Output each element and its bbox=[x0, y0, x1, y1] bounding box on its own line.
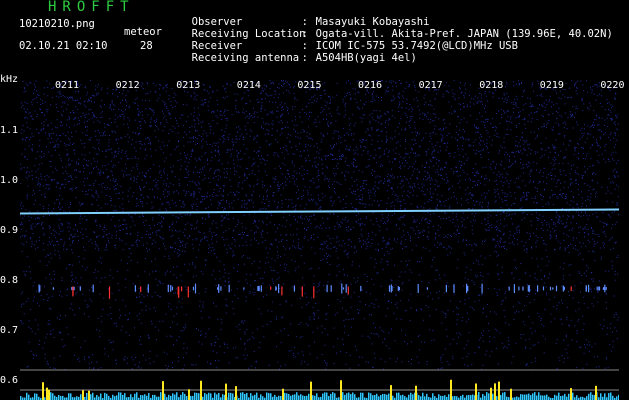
spectrum-background bbox=[20, 80, 619, 400]
time-tick-label: 0218 bbox=[479, 80, 504, 91]
file-name: 10210210.png bbox=[19, 18, 95, 30]
frequency-tick-label: 0.9 bbox=[0, 225, 19, 236]
frequency-tick-label: 0.6 bbox=[0, 375, 19, 386]
meteor-label: meteor bbox=[124, 26, 162, 38]
time-tick-label: 0213 bbox=[176, 80, 201, 91]
time-tick-label: 0220 bbox=[600, 80, 625, 91]
time-tick-label: 0212 bbox=[115, 80, 140, 91]
time-tick-label: 0215 bbox=[297, 80, 322, 91]
axis-unit: kHz bbox=[0, 74, 19, 85]
capture-datetime: 02.10.21 02:10 bbox=[19, 40, 108, 52]
frequency-tick-label: 1.0 bbox=[0, 175, 19, 186]
time-tick-label: 0216 bbox=[358, 80, 383, 91]
time-tick-label: 0217 bbox=[418, 80, 443, 91]
frequency-tick-label: 0.7 bbox=[0, 325, 19, 336]
frequency-tick-label: 1.1 bbox=[0, 125, 19, 136]
time-tick-label: 0214 bbox=[236, 80, 261, 91]
app-brand: HROFFT bbox=[48, 0, 135, 15]
spectrogram bbox=[20, 80, 619, 400]
meteor-count: 28 bbox=[140, 40, 153, 52]
spectrogram-svg bbox=[20, 80, 619, 400]
frequency-tick-label: 0.8 bbox=[0, 275, 19, 286]
time-tick-label: 0219 bbox=[539, 80, 564, 91]
antenna-row: Receiving antenna: A504HB(yagi 4el) bbox=[191, 52, 417, 64]
time-tick-label: 0211 bbox=[55, 80, 80, 91]
antenna-value: A504HB(yagi 4el) bbox=[315, 52, 417, 64]
antenna-key: Receiving antenna bbox=[191, 52, 300, 64]
